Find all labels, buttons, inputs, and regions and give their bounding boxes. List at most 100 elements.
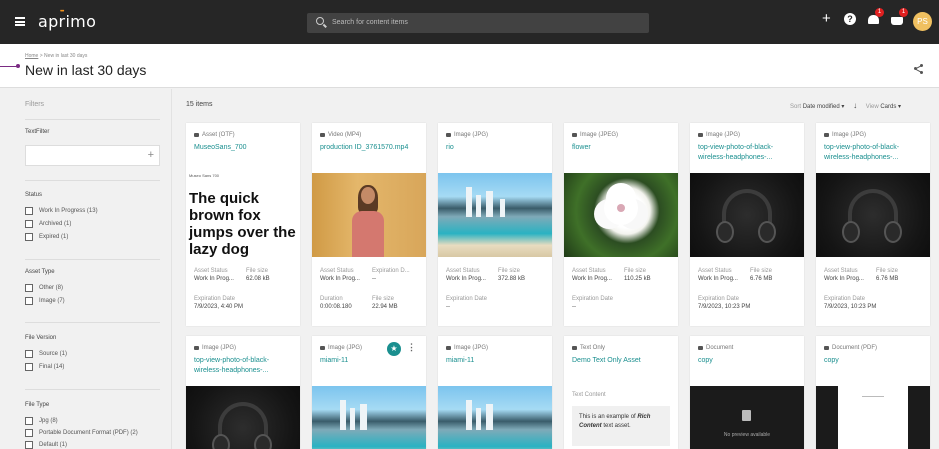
filter-option[interactable]: Other (8) <box>25 284 63 294</box>
asset-kind: Video (MP4) <box>320 132 361 139</box>
asset-card[interactable]: Asset (OTF) MuseoSans_700 Museo Sans 700… <box>186 123 300 326</box>
filter-option[interactable]: Image (7) <box>25 297 65 307</box>
asset-card[interactable]: Image (JPG) ★ ⋮ miami-11 <box>312 336 426 449</box>
filter-option-label: Default (1) <box>39 442 68 448</box>
filter-option[interactable]: Jpg (8) <box>25 417 58 427</box>
asset-card[interactable]: Image (JPG) top-view-photo-of-black-wire… <box>816 123 930 326</box>
filter-group-file-version: File Version <box>25 335 57 341</box>
asset-title[interactable]: copy <box>698 356 798 366</box>
meta-row: File size 110.25 kB <box>624 268 651 282</box>
sort-direction-icon[interactable]: ↓ <box>853 101 857 110</box>
filter-option-label: Other (8) <box>39 285 64 291</box>
cart-icon[interactable]: 1 <box>891 8 908 25</box>
chevron-down-icon[interactable]: ▾ <box>840 104 844 110</box>
search-input[interactable]: Search for content items <box>307 13 649 33</box>
asset-title[interactable]: top-view-photo-of-black-wireless-headpho… <box>698 143 798 163</box>
asset-thumbnail[interactable] <box>438 173 552 257</box>
asset-thumbnail[interactable] <box>816 386 930 449</box>
checkbox[interactable] <box>25 297 33 305</box>
font-sample-text: The quick brown fox jumps over the lazy … <box>189 190 296 257</box>
asset-title[interactable]: Demo Text Only Asset <box>572 356 672 366</box>
more-options-icon[interactable]: ⋮ <box>407 342 416 353</box>
sort-bar: Sort Date modified ▾ ↓ View Cards ▾ <box>790 101 901 110</box>
share-icon[interactable] <box>914 64 924 74</box>
asset-thumbnail[interactable] <box>438 386 552 449</box>
no-preview-text: No preview available <box>723 432 771 438</box>
filter-group-asset-type: Asset Type <box>25 269 55 275</box>
sort-select[interactable]: Date modified <box>803 104 840 110</box>
checkbox[interactable] <box>25 284 33 292</box>
asset-thumbnail[interactable] <box>690 173 804 257</box>
asset-title[interactable]: production ID_3761570.mp4 <box>320 143 420 153</box>
search-icon <box>316 17 324 25</box>
filter-option-label: Archived (1) <box>39 221 72 227</box>
asset-card[interactable]: Image (JPG) top-view-photo-of-black-wire… <box>186 336 300 449</box>
asset-thumbnail[interactable] <box>816 173 930 257</box>
asset-title[interactable]: miami-11 <box>320 356 420 366</box>
filter-option[interactable]: Work In Progress (13) <box>25 207 98 217</box>
asset-card[interactable]: Document (PDF) copy <box>816 336 930 449</box>
app-logo[interactable]: aprimo <box>38 12 96 31</box>
filter-option[interactable]: Source (1) <box>25 350 67 360</box>
asset-thumbnail[interactable]: No preview available <box>690 386 804 449</box>
checkbox[interactable] <box>25 207 33 215</box>
avatar[interactable]: PS <box>913 12 932 31</box>
filter-option[interactable]: Archived (1) <box>25 220 71 230</box>
meta-row: Expiration Date 7/9/2023, 10:23 PM <box>698 296 751 310</box>
add-filter-icon[interactable]: + <box>148 149 154 161</box>
meta-row: Expiration Date 7/9/2023, 4:40 PM <box>194 296 244 310</box>
help-icon[interactable]: ? <box>844 13 856 25</box>
favorite-icon[interactable]: ★ <box>387 342 401 356</box>
font-sample-label: Museo Sans 700 <box>189 173 220 178</box>
checkbox[interactable] <box>25 220 33 228</box>
checkbox[interactable] <box>25 417 33 425</box>
chevron-down-icon[interactable]: ▾ <box>896 104 901 110</box>
asset-thumbnail[interactable] <box>312 386 426 449</box>
checkbox[interactable] <box>25 233 33 241</box>
asset-card[interactable]: Image (JPG) rio Asset Status Work In Prog… <box>438 123 552 326</box>
image-icon <box>446 346 451 350</box>
checkbox[interactable] <box>25 350 33 358</box>
asset-title[interactable]: copy <box>824 356 924 366</box>
filter-option[interactable]: Expired (1) <box>25 233 68 243</box>
checkbox[interactable] <box>25 363 33 371</box>
view-select[interactable]: Cards <box>880 104 896 110</box>
notification-badge: 1 <box>875 8 884 17</box>
checkbox[interactable] <box>25 429 33 437</box>
asset-card[interactable]: Document copy No preview available <box>690 336 804 449</box>
asset-thumbnail[interactable] <box>564 173 678 257</box>
filter-option-label: Portable Document Format (PDF) (2) <box>39 430 138 436</box>
asset-title[interactable]: MuseoSans_700 <box>194 143 294 153</box>
asset-card[interactable]: Video (MP4) production ID_3761570.mp4 As… <box>312 123 426 326</box>
asset-card[interactable]: Image (JPG) miami-11 <box>438 336 552 449</box>
asset-kind: Image (JPG) <box>320 345 362 352</box>
asset-thumbnail[interactable] <box>312 173 426 257</box>
asset-card[interactable]: Text Only Demo Text Only Asset Text Cont… <box>564 336 678 449</box>
filter-option-label: Jpg (8) <box>39 418 58 424</box>
logo-dots: ••• <box>60 9 64 15</box>
asset-title[interactable]: flower <box>572 143 672 153</box>
asset-card[interactable]: Image (JPG) top-view-photo-of-black-wire… <box>690 123 804 326</box>
asset-card[interactable]: Image (JPEG) flower Asset Status Work In … <box>564 123 678 326</box>
breadcrumb-separator: > <box>39 53 43 59</box>
asset-kind: Asset (OTF) <box>194 132 235 139</box>
bell-icon[interactable]: 1 <box>868 8 884 25</box>
add-icon[interactable]: + <box>822 10 831 27</box>
textfilter-input[interactable]: + <box>25 145 160 166</box>
breadcrumb-home[interactable]: Home <box>25 53 38 59</box>
asset-title[interactable]: rio <box>446 143 546 153</box>
checkbox[interactable] <box>25 441 33 449</box>
asset-kind: Image (JPG) <box>446 345 488 352</box>
meta-row: Asset Status Work In Prog... <box>194 268 234 282</box>
menu-icon[interactable] <box>15 17 25 26</box>
asset-title[interactable]: top-view-photo-of-black-wireless-headpho… <box>824 143 924 163</box>
filter-group-status: Status <box>25 192 43 198</box>
asset-title[interactable]: top-view-photo-of-black-wireless-headpho… <box>194 356 294 376</box>
asset-thumbnail[interactable] <box>186 386 300 449</box>
asset-title[interactable]: miami-11 <box>446 356 546 366</box>
filter-option[interactable]: Final (14) <box>25 363 64 373</box>
asset-kind: Document <box>698 345 733 352</box>
filter-option[interactable]: Portable Document Format (PDF) (2) <box>25 429 138 439</box>
filter-option[interactable]: Default (1) <box>25 441 67 449</box>
asset-thumbnail[interactable]: Museo Sans 700 The quick brown fox jumps… <box>186 173 300 257</box>
